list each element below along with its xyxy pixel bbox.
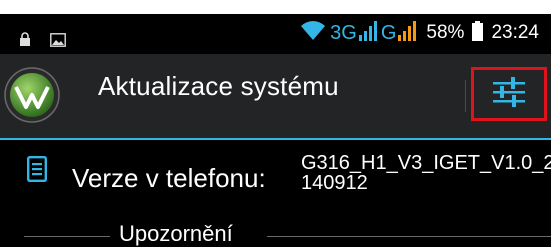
clock: 23:24	[491, 22, 539, 43]
signal-icon	[398, 20, 417, 46]
divider	[24, 236, 110, 237]
battery-percent: 58%	[426, 22, 465, 43]
settings-sliders-icon	[491, 75, 527, 114]
divider	[267, 236, 551, 237]
content-area: Verze v telefonu: G316_H1_V3_IGET_V1.0_2…	[0, 140, 551, 247]
version-value-line2: 140912	[301, 172, 368, 193]
signal-icon	[358, 20, 377, 46]
page-title: Aktualizace systému	[98, 71, 339, 101]
settings-button[interactable]	[471, 67, 547, 121]
image-notification-icon	[50, 33, 66, 52]
action-bar-divider	[465, 80, 466, 112]
status-bar: 3G G 58% 23:24	[0, 14, 551, 54]
network-type-3g: 3G	[330, 21, 357, 44]
lock-icon	[19, 32, 31, 51]
network-type-g: G	[380, 21, 397, 44]
version-value-line1: G316_H1_V3_IGET_V1.0_20	[301, 153, 551, 174]
version-value: G316_H1_V3_IGET_V1.0_20 140912	[301, 153, 551, 193]
action-bar: Aktualizace systému	[0, 54, 551, 140]
status-icons: 3G G 58% 23:24	[300, 18, 539, 48]
version-label: Verze v telefonu:	[72, 163, 266, 193]
battery-icon	[472, 20, 484, 46]
app-logo-icon[interactable]	[4, 67, 60, 128]
wifi-icon	[300, 20, 326, 46]
document-icon	[27, 156, 48, 187]
notice-heading: Upozornění	[119, 221, 233, 246]
notice-section-header: Upozornění	[0, 220, 551, 247]
